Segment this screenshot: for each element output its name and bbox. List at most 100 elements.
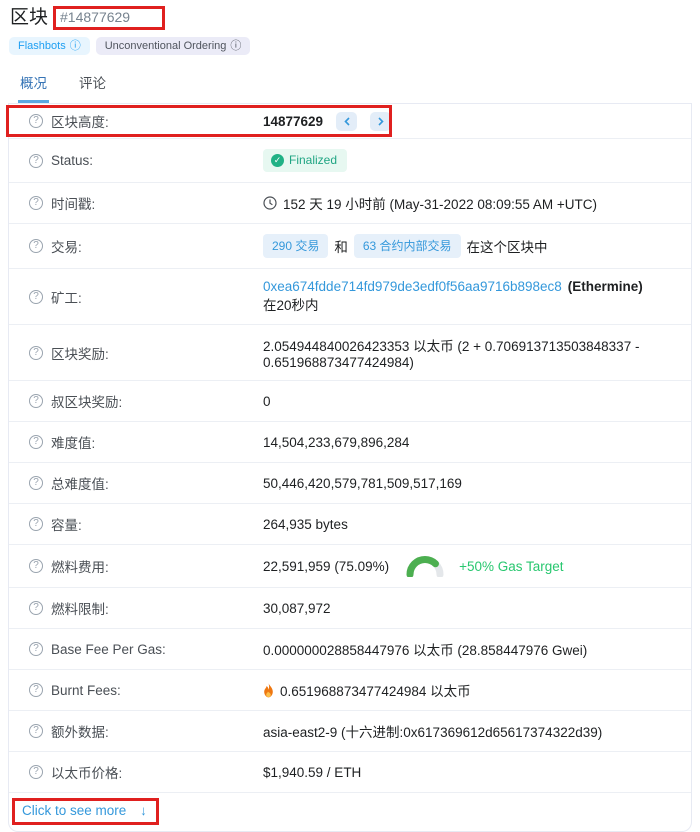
chevron-left-icon xyxy=(344,117,350,126)
gas-gauge-fill xyxy=(410,560,440,575)
row-label-text: 区块高度: xyxy=(51,111,109,131)
miner-address-link[interactable]: 0xea674fdde714fd979de3edf0f56aa9716b898e… xyxy=(263,279,562,294)
row-block-reward: ? 区块奖励: 2.054944840026423353 以太币 (2 + 0.… xyxy=(9,325,691,381)
row-label-text: 容量: xyxy=(51,514,82,534)
block-number: #14877629 xyxy=(60,9,130,25)
timestamp-value: 152 天 19 小时前 (May-31-2022 08:09:55 AM +U… xyxy=(283,193,597,213)
row-block-height: ? 区块高度: 14877629 xyxy=(9,104,691,139)
row-label-text: 时间戳: xyxy=(51,193,95,213)
block-details-page: 区块 #14877629 Flashbots ⓘ Unconventional … xyxy=(0,0,700,832)
info-icon[interactable]: ⓘ xyxy=(230,41,241,52)
row-label-text: 燃料费用: xyxy=(51,556,109,576)
tx-conjunction: 和 xyxy=(334,236,348,256)
annotation-box-see-more: Click to see more ↓ xyxy=(12,798,159,825)
total-difficulty-value: 50,446,420,579,781,509,517,169 xyxy=(263,476,462,491)
miner-duration: 在20秒内 xyxy=(263,294,319,314)
help-icon[interactable]: ? xyxy=(29,239,43,253)
row-gas-limit: ? 燃料限制: 30,087,972 xyxy=(9,588,691,629)
miner-name: (Ethermine) xyxy=(568,279,643,294)
block-overview-card: ? 区块高度: 14877629 ? Status: ✓ xyxy=(8,104,692,832)
page-title: 区块 xyxy=(10,6,48,30)
row-label-text: Status: xyxy=(51,153,93,168)
help-icon[interactable]: ? xyxy=(29,601,43,615)
gas-target-label: +50% Gas Target xyxy=(459,559,563,574)
row-uncle-reward: ? 叔区块奖励: 0 xyxy=(9,381,691,422)
row-status: ? Status: ✓ Finalized xyxy=(9,139,691,183)
help-icon[interactable]: ? xyxy=(29,394,43,408)
row-gas-used: ? 燃料费用: 22,591,959 (75.09%) +50% Gas Tar… xyxy=(9,545,691,588)
gas-gauge xyxy=(405,555,445,577)
row-label-text: 燃料限制: xyxy=(51,598,109,618)
help-icon[interactable]: ? xyxy=(29,346,43,360)
difficulty-value: 14,504,233,679,896,284 xyxy=(263,435,409,450)
tab-comments[interactable]: 评论 xyxy=(77,63,108,103)
status-badge: ✓ Finalized xyxy=(263,149,347,172)
clock-icon xyxy=(263,196,277,210)
flashbots-badge[interactable]: Flashbots ⓘ xyxy=(9,37,90,55)
tx-suffix: 在这个区块中 xyxy=(467,236,548,256)
check-icon: ✓ xyxy=(271,154,284,167)
row-extra-data: ? 额外数据: asia-east2-9 (十六进制:0x617369612d6… xyxy=(9,711,691,752)
internal-tx-badge[interactable]: 63 合约内部交易 xyxy=(354,234,461,258)
row-label-text: Base Fee Per Gas: xyxy=(51,642,166,657)
row-transactions: ? 交易: 290 交易 和 63 合约内部交易 在这个区块中 xyxy=(9,224,691,269)
help-icon[interactable]: ? xyxy=(29,765,43,779)
tabbar: 概况 评论 xyxy=(8,63,692,104)
block-height-value: 14877629 xyxy=(263,114,323,129)
block-reward-value: 2.054944840026423353 以太币 (2 + 0.70691371… xyxy=(263,335,671,370)
row-label-text: 难度值: xyxy=(51,432,95,452)
row-miner: ? 矿工: 0xea674fdde714fd979de3edf0f56aa971… xyxy=(9,269,691,325)
extra-data-value: asia-east2-9 (十六进制:0x617369612d656173743… xyxy=(263,721,602,741)
badges-row: Flashbots ⓘ Unconventional Ordering ⓘ xyxy=(9,37,692,55)
help-icon[interactable]: ? xyxy=(29,435,43,449)
row-label-text: 交易: xyxy=(51,236,82,256)
row-label-text: 额外数据: xyxy=(51,721,109,741)
prev-block-button[interactable] xyxy=(336,112,357,131)
help-icon[interactable]: ? xyxy=(29,476,43,490)
unconventional-badge-label: Unconventional Ordering xyxy=(105,40,227,52)
next-block-button[interactable] xyxy=(370,112,391,131)
size-value: 264,935 bytes xyxy=(263,517,348,532)
burnt-fees-value: 0.651968873477424984 以太币 xyxy=(280,680,471,700)
flashbots-badge-label: Flashbots xyxy=(18,40,66,52)
row-label-text: 以太币价格: xyxy=(51,762,122,782)
row-total-difficulty: ? 总难度值: 50,446,420,579,781,509,517,169 xyxy=(9,463,691,504)
row-label-text: 总难度值: xyxy=(51,473,109,493)
see-more-link[interactable]: Click to see more xyxy=(22,803,126,818)
help-icon[interactable]: ? xyxy=(29,642,43,656)
row-label-text: 区块奖励: xyxy=(51,343,109,363)
tx-count-badge[interactable]: 290 交易 xyxy=(263,234,328,258)
card-footer: Click to see more ↓ xyxy=(9,793,691,831)
gas-limit-value: 30,087,972 xyxy=(263,601,331,616)
tab-overview[interactable]: 概况 xyxy=(18,63,49,103)
flame-icon xyxy=(263,683,274,698)
eth-price-value: $1,940.59 / ETH xyxy=(263,765,361,780)
row-label-text: 矿工: xyxy=(51,287,82,307)
row-label-text: Burnt Fees: xyxy=(51,683,121,698)
gas-used-value: 22,591,959 (75.09%) xyxy=(263,559,389,574)
row-timestamp: ? 时间戳: 152 天 19 小时前 (May-31-2022 08:09:5… xyxy=(9,183,691,224)
row-base-fee: ? Base Fee Per Gas: 0.000000028858447976… xyxy=(9,629,691,670)
help-icon[interactable]: ? xyxy=(29,559,43,573)
help-icon[interactable]: ? xyxy=(29,154,43,168)
info-icon[interactable]: ⓘ xyxy=(70,41,81,52)
row-size: ? 容量: 264,935 bytes xyxy=(9,504,691,545)
help-icon[interactable]: ? xyxy=(29,683,43,697)
arrow-down-icon: ↓ xyxy=(140,803,147,818)
row-eth-price: ? 以太币价格: $1,940.59 / ETH xyxy=(9,752,691,793)
help-icon[interactable]: ? xyxy=(29,290,43,304)
help-icon[interactable]: ? xyxy=(29,114,43,128)
help-icon[interactable]: ? xyxy=(29,517,43,531)
page-header: 区块 #14877629 xyxy=(10,6,692,30)
chevron-right-icon xyxy=(378,117,384,126)
annotation-box-block-number: #14877629 xyxy=(53,6,165,30)
status-badge-label: Finalized xyxy=(289,153,337,167)
help-icon[interactable]: ? xyxy=(29,724,43,738)
help-icon[interactable]: ? xyxy=(29,196,43,210)
row-label-text: 叔区块奖励: xyxy=(51,391,122,411)
row-difficulty: ? 难度值: 14,504,233,679,896,284 xyxy=(9,422,691,463)
base-fee-value: 0.000000028858447976 以太币 (28.858447976 G… xyxy=(263,639,587,659)
uncle-reward-value: 0 xyxy=(263,394,271,409)
unconventional-ordering-badge[interactable]: Unconventional Ordering ⓘ xyxy=(96,37,251,55)
row-burnt-fees: ? Burnt Fees: 0.651968873477424984 以太币 xyxy=(9,670,691,711)
